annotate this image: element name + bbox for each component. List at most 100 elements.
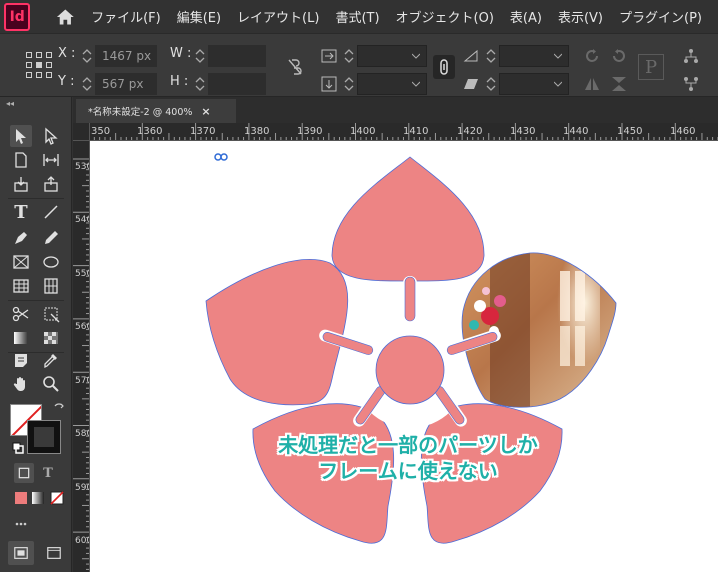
free-transform-tool-icon[interactable] [40,303,62,325]
w-stepper-icon[interactable] [193,46,207,66]
menu-edit[interactable]: 編集(E) [177,7,221,26]
rotate-ccw-icon[interactable] [608,45,630,67]
menu-plugins[interactable]: プラグイン(P) [619,7,702,26]
y-position-field[interactable]: 567 px [95,73,157,95]
home-icon[interactable] [56,7,75,27]
collapse-panel-icon[interactable]: ◂◂ [6,99,14,108]
scale-y-stepper-icon[interactable] [342,74,356,94]
shear-stepper-icon[interactable] [484,74,498,94]
caption-line-2: フレームに使えない [318,459,498,483]
zoom-tool-icon[interactable] [40,373,62,395]
selection-tool-icon[interactable] [10,125,32,147]
menu-type[interactable]: 書式(T) [335,7,379,26]
line-tool-icon[interactable] [40,201,62,223]
menu-view[interactable]: 表示(V) [558,7,603,26]
y-stepper-icon[interactable] [80,74,94,94]
preview-mode-icon[interactable] [42,541,66,565]
ruler-label: 1400 [350,126,376,137]
gradient-swatch-tool-icon[interactable] [10,327,32,349]
pen-tool-icon[interactable] [10,227,32,249]
vertical-ruler-ticks [73,158,89,570]
ruler-label: 1360 [137,126,163,137]
ruler-label: 540 [75,215,89,225]
grid-tool-icon[interactable] [40,275,62,297]
link-icon[interactable] [214,153,228,161]
chevron-down-icon [554,81,562,87]
constrain-scale-link-icon[interactable] [433,55,455,79]
chevron-down-icon [412,81,420,87]
tools-panel: ◂◂ T T [0,97,72,572]
scale-x-icon [318,45,340,67]
menu-bar: Id ファイル(F) 編集(E) レイアウト(L) 書式(T) オブジェクト(O… [0,0,718,33]
menu-table[interactable]: 表(A) [510,7,542,26]
eyedropper-tool-icon[interactable] [40,349,62,371]
swap-fill-stroke-icon[interactable] [53,402,65,414]
stroke-swatch[interactable] [27,420,61,454]
document-tab[interactable]: *名称未設定-2 @ 400% × [76,99,236,123]
petal-top[interactable] [331,156,485,282]
ruler-label: 1440 [563,126,589,137]
more-tools-icon[interactable] [10,513,32,535]
h-label: H : [170,74,189,89]
note-tool-icon[interactable] [10,349,32,371]
rectangle-frame-tool-icon[interactable] [10,251,32,273]
close-icon[interactable]: × [201,105,210,118]
formatting-container-icon[interactable] [14,463,34,483]
horizontal-ruler[interactable]: 350 1360 1370 1380 1390 1400 1410 1420 1… [90,123,718,141]
apply-none-icon[interactable] [46,487,68,509]
menu-layout[interactable]: レイアウト(L) [237,7,319,26]
flip-horizontal-icon[interactable] [581,73,603,95]
screen-mode-icon[interactable] [8,541,34,565]
scale-x-dropdown[interactable] [357,45,427,67]
x-stepper-icon[interactable] [80,46,94,66]
gap-tool-icon[interactable] [40,149,62,171]
rotate-dropdown[interactable] [499,45,569,67]
pencil-tool-icon[interactable] [40,227,62,249]
select-container-icon[interactable] [680,45,702,67]
reference-point-icon[interactable] [26,52,52,78]
type-tool-icon[interactable]: T [10,201,32,223]
caption-line-1: 未処理だと一部のパーツしか [278,433,538,457]
annotation-caption: 未処理だと一部のパーツしか フレームに使えない [250,432,566,484]
rotate-cw-icon[interactable] [581,45,603,67]
content-placer-tool-icon[interactable] [40,173,62,195]
scale-x-stepper-icon[interactable] [342,46,356,66]
ruler-label: 350 [91,126,111,137]
ruler-origin[interactable] [73,123,90,141]
ruler-label: 600 [75,536,89,546]
p-reference-icon[interactable]: P [638,54,664,80]
ruler-label: 550 [75,269,89,279]
scale-y-dropdown[interactable] [357,73,427,95]
formatting-text-icon[interactable]: T [38,463,58,483]
content-collector-tool-icon[interactable] [10,173,32,195]
menu-object[interactable]: オブジェクト(O) [396,7,494,26]
chevron-down-icon [554,53,562,59]
document-canvas[interactable]: 未処理だと一部のパーツしか フレームに使えない [90,141,718,572]
vertical-ruler[interactable]: 530 540 550 560 570 580 590 600 [73,141,90,572]
flip-vertical-icon[interactable] [608,73,630,95]
x-position-field[interactable]: 1467 px [95,45,157,67]
rotate-angle-icon [460,45,482,67]
menu-file[interactable]: ファイル(F) [91,7,161,26]
shear-dropdown[interactable] [499,73,569,95]
table-tool-icon[interactable] [10,275,32,297]
ruler-label: 1380 [244,126,270,137]
gradient-feather-tool-icon[interactable] [40,327,62,349]
flower-artwork[interactable] [90,141,718,572]
rotate-stepper-icon[interactable] [484,46,498,66]
width-field[interactable] [208,45,266,67]
constrain-proportions-icon[interactable] [284,56,306,78]
page-tool-icon[interactable] [10,149,32,171]
flower-center-disc[interactable] [375,335,445,405]
hand-tool-icon[interactable] [10,373,32,395]
select-content-icon[interactable] [680,73,702,95]
scissors-tool-icon[interactable] [10,303,32,325]
default-fill-stroke-icon[interactable] [12,442,24,454]
ellipse-tool-icon[interactable] [40,251,62,273]
h-stepper-icon[interactable] [193,74,207,94]
ruler-label: 560 [75,322,89,332]
ruler-label: 1430 [510,126,536,137]
height-field[interactable] [208,73,266,95]
direct-selection-tool-icon[interactable] [40,125,62,147]
shear-angle-icon [460,73,482,95]
